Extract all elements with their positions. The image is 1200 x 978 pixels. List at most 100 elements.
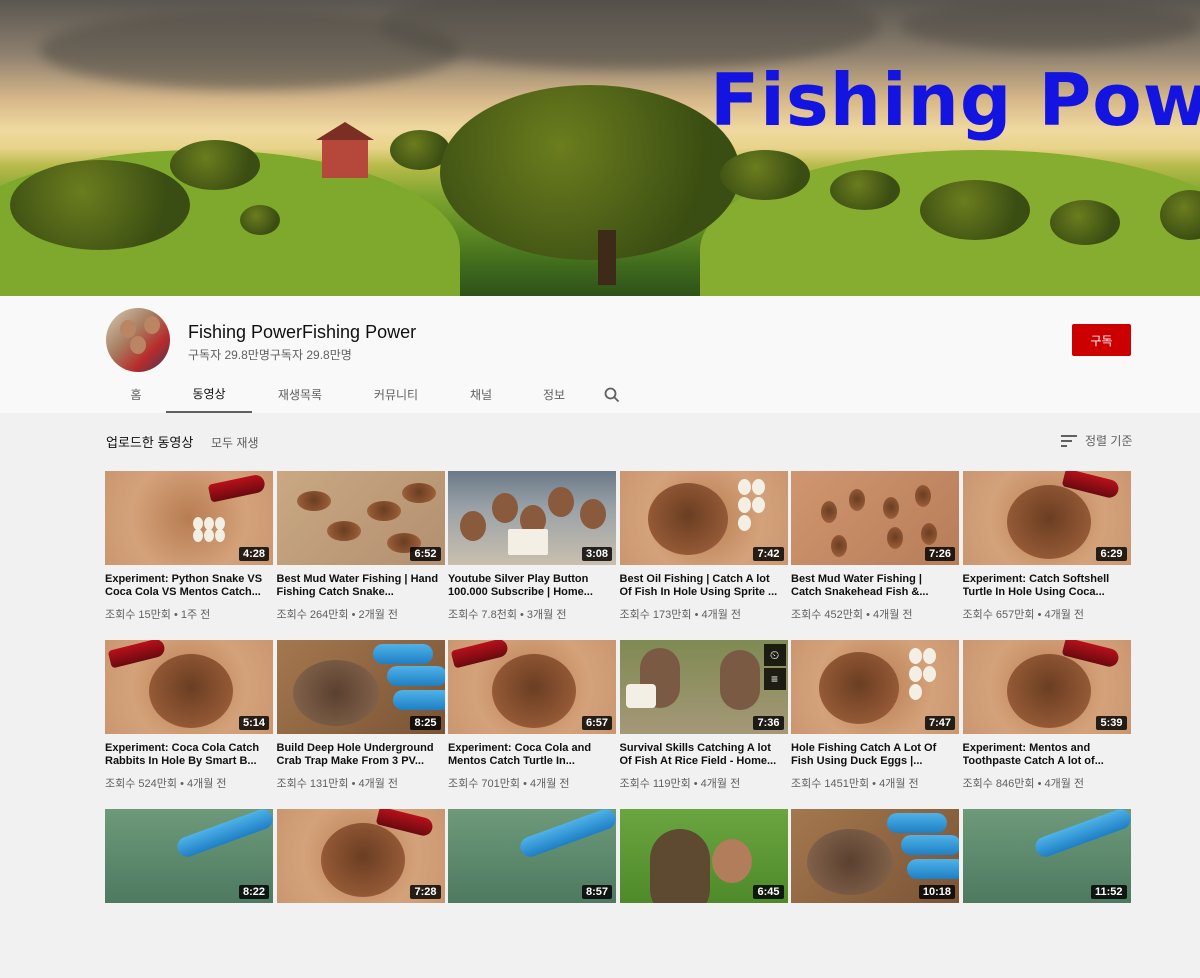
tab-videos[interactable]: 동영상 [166,376,252,413]
egg-graphic [751,479,765,495]
video-thumbnail[interactable]: 3:08 [448,471,616,565]
video-title[interactable]: Build Deep Hole Underground Crab Trap Ma… [277,742,445,768]
tab-about[interactable]: 정보 [518,376,590,413]
fish-graphic [831,535,847,557]
video-title[interactable]: Experiment: Mentos and Toothpaste Catch … [963,742,1131,768]
video-title[interactable] [791,911,959,937]
video-thumbnail[interactable]: 7:36 ⏲ ≡ [619,640,788,734]
video-card[interactable]: 6:29 Experiment: Catch Softshell Turtle I… [962,471,1131,640]
video-thumbnail[interactable]: 10:18 [791,809,959,903]
video-title[interactable]: Hole Fishing Catch A Lot Of Fish Using D… [791,742,959,768]
video-card[interactable]: 7:26 Best Mud Water Fishing | Catch Snake… [791,471,959,640]
sort-icon [1061,434,1077,447]
bottle-graphic [450,640,510,669]
video-duration: 3:08 [581,547,612,561]
video-title[interactable] [277,911,445,937]
subscribe-button[interactable]: 구독 [1072,324,1131,356]
video-meta: 조회수 131만회 • 4개월 전 [276,778,399,790]
channel-tabs: 홈 동영상 재생목록 커뮤니티 채널 정보 [106,376,634,413]
channel-avatar[interactable] [106,308,170,372]
video-thumbnail[interactable]: 6:57 [448,640,616,734]
video-title[interactable]: Best Mud Water Fishing | Hand Fishing Ca… [277,573,445,599]
video-duration: 4:28 [238,547,269,561]
hole-graphic [492,654,576,728]
bucket-graphic [625,684,656,708]
video-card[interactable]: 6:45 [619,809,788,978]
video-meta: 조회수 15만회 • 1주 전 [105,609,211,621]
video-meta: 조회수 7.8천회 • 3개월 전 [448,609,567,621]
video-thumbnail[interactable]: 11:52 [962,809,1131,903]
person-graphic [580,499,606,529]
egg-graphic [909,648,922,664]
play-all-link[interactable]: 모두 재생 [211,434,259,451]
tab-community[interactable]: 커뮤니티 [348,376,444,413]
video-thumbnail[interactable]: 6:45 [619,809,788,903]
video-card[interactable]: 5:14 Experiment: Coca Cola Catch Rabbits … [105,640,273,809]
video-card[interactable]: 11:52 [962,809,1131,978]
video-thumbnail[interactable]: 5:14 [105,640,273,734]
video-title[interactable] [105,911,273,937]
tab-home[interactable]: 홈 [106,376,166,413]
pipe-graphic [901,835,959,855]
bottle-graphic [207,473,267,503]
video-card[interactable]: 10:18 [791,809,959,978]
video-card[interactable]: 8:22 [105,809,273,978]
video-thumbnail[interactable]: 6:29 [962,471,1131,565]
video-thumbnail[interactable]: 6:52 [276,471,445,565]
video-card[interactable]: 7:28 [276,809,445,978]
video-title[interactable]: Best Mud Water Fishing | Catch Snakehead… [791,573,959,599]
video-duration: 11:52 [1090,885,1127,899]
video-thumbnail[interactable]: 7:47 [791,640,959,734]
video-card[interactable]: 5:39 Experiment: Mentos and Toothpaste Ca… [962,640,1131,809]
hole-graphic [807,829,893,895]
video-title[interactable] [963,911,1131,937]
video-thumbnail[interactable]: 8:57 [448,809,616,903]
sort-button[interactable]: 정렬 기준 [1061,432,1133,449]
pipe-graphic [887,813,947,833]
video-title[interactable]: Experiment: Catch Softshell Turtle In Ho… [963,573,1131,599]
video-thumbnail[interactable]: 4:28 [105,471,273,565]
fish-graphic [921,523,937,545]
video-title[interactable]: Best Oil Fishing | Catch A lot Of Fish I… [620,573,788,599]
egg-graphic [215,529,225,542]
hole-graphic [401,483,436,503]
video-thumbnail[interactable]: 5:39 [962,640,1131,734]
video-card[interactable]: 4:28 Experiment: Python Snake VS Coca Col… [105,471,273,640]
video-title[interactable] [448,911,616,937]
video-card[interactable]: 7:42 Best Oil Fishing | Catch A lot Of Fi… [619,471,788,640]
video-title[interactable]: Experiment: Coca Cola Catch Rabbits In H… [105,742,273,768]
video-title[interactable]: Experiment: Python Snake VS Coca Cola VS… [105,573,273,599]
clock-icon[interactable]: ⏲ [763,644,786,666]
video-thumbnail[interactable]: 7:42 [619,471,788,565]
video-duration: 6:52 [410,547,441,561]
hole-graphic [819,652,899,724]
pipe-graphic [386,666,445,686]
search-icon [604,387,620,402]
video-thumbnail[interactable]: 8:22 [105,809,273,903]
video-meta: 조회수 524만회 • 4개월 전 [105,778,227,790]
video-title[interactable] [620,911,788,937]
video-title[interactable]: Experiment: Coca Cola and Mentos Catch T… [448,742,616,768]
video-meta: 조회수 119만회 • 4개월 전 [619,778,741,790]
video-thumbnail[interactable]: 7:28 [276,809,445,903]
tab-channels[interactable]: 채널 [444,376,518,413]
tab-playlists[interactable]: 재생목록 [252,376,348,413]
hole-graphic [149,654,233,728]
video-card[interactable]: 6:52 Best Mud Water Fishing | Hand Fishin… [276,471,445,640]
video-thumbnail[interactable]: 7:26 [791,471,959,565]
channel-search-button[interactable] [590,376,634,413]
hole-graphic [320,823,405,897]
video-duration: 6:57 [581,716,612,730]
video-title[interactable]: Youtube Silver Play Button 100.000 Subsc… [448,573,616,599]
video-card[interactable]: 6:57 Experiment: Coca Cola and Mentos Cat… [448,640,616,809]
video-thumbnail[interactable]: 8:25 [276,640,445,734]
video-card[interactable]: 7:47 Hole Fishing Catch A Lot Of Fish Usi… [791,640,959,809]
video-meta: 조회수 701만회 • 4개월 전 [448,778,570,790]
egg-graphic [909,684,922,700]
video-title[interactable]: Survival Skills Catching A lot Of Fish A… [620,742,788,768]
video-card[interactable]: 8:57 [448,809,616,978]
video-card[interactable]: 7:36 ⏲ ≡ Survival Skills Catching A lot Of … [619,640,788,809]
video-card[interactable]: 8:25 Build Deep Hole Underground Crab Tra… [276,640,445,809]
queue-icon[interactable]: ≡ [763,668,786,690]
video-card[interactable]: 3:08 Youtube Silver Play Button 100.000 S… [448,471,616,640]
